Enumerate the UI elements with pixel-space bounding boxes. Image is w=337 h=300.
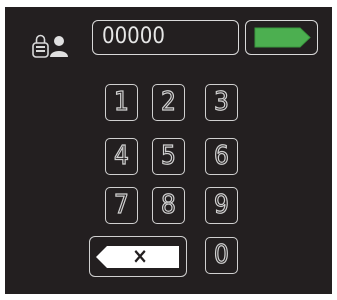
key-2-label: 2: [160, 86, 176, 117]
key-8[interactable]: 8: [152, 187, 185, 224]
key-4[interactable]: 4: [105, 138, 138, 175]
key-7[interactable]: 7: [105, 187, 138, 224]
key-5[interactable]: 5: [152, 138, 185, 175]
key-6-label: 6: [213, 140, 229, 171]
key-3-label: 3: [213, 86, 229, 117]
key-9-label: 9: [213, 189, 229, 220]
key-9[interactable]: 9: [205, 187, 238, 224]
lock-user-icon: [32, 32, 76, 64]
key-3[interactable]: 3: [205, 84, 238, 121]
key-4-label: 4: [113, 140, 129, 171]
key-0-label: 0: [213, 239, 229, 270]
code-input[interactable]: 00000: [92, 20, 239, 55]
backspace-button[interactable]: ×: [89, 236, 187, 277]
key-7-label: 7: [113, 189, 129, 220]
key-1[interactable]: 1: [105, 84, 138, 121]
key-6[interactable]: 6: [205, 138, 238, 175]
key-1-label: 1: [113, 86, 129, 117]
key-0[interactable]: 0: [205, 237, 238, 274]
key-2[interactable]: 2: [152, 84, 185, 121]
enter-arrow-icon: [254, 27, 311, 48]
keypad-screen: 00000 1 2 3 4 5 6 7 8 9 × 0: [5, 7, 332, 294]
backspace-label: ×: [132, 244, 148, 268]
enter-button[interactable]: [245, 20, 318, 55]
key-5-label: 5: [160, 140, 176, 171]
key-8-label: 8: [160, 189, 176, 220]
